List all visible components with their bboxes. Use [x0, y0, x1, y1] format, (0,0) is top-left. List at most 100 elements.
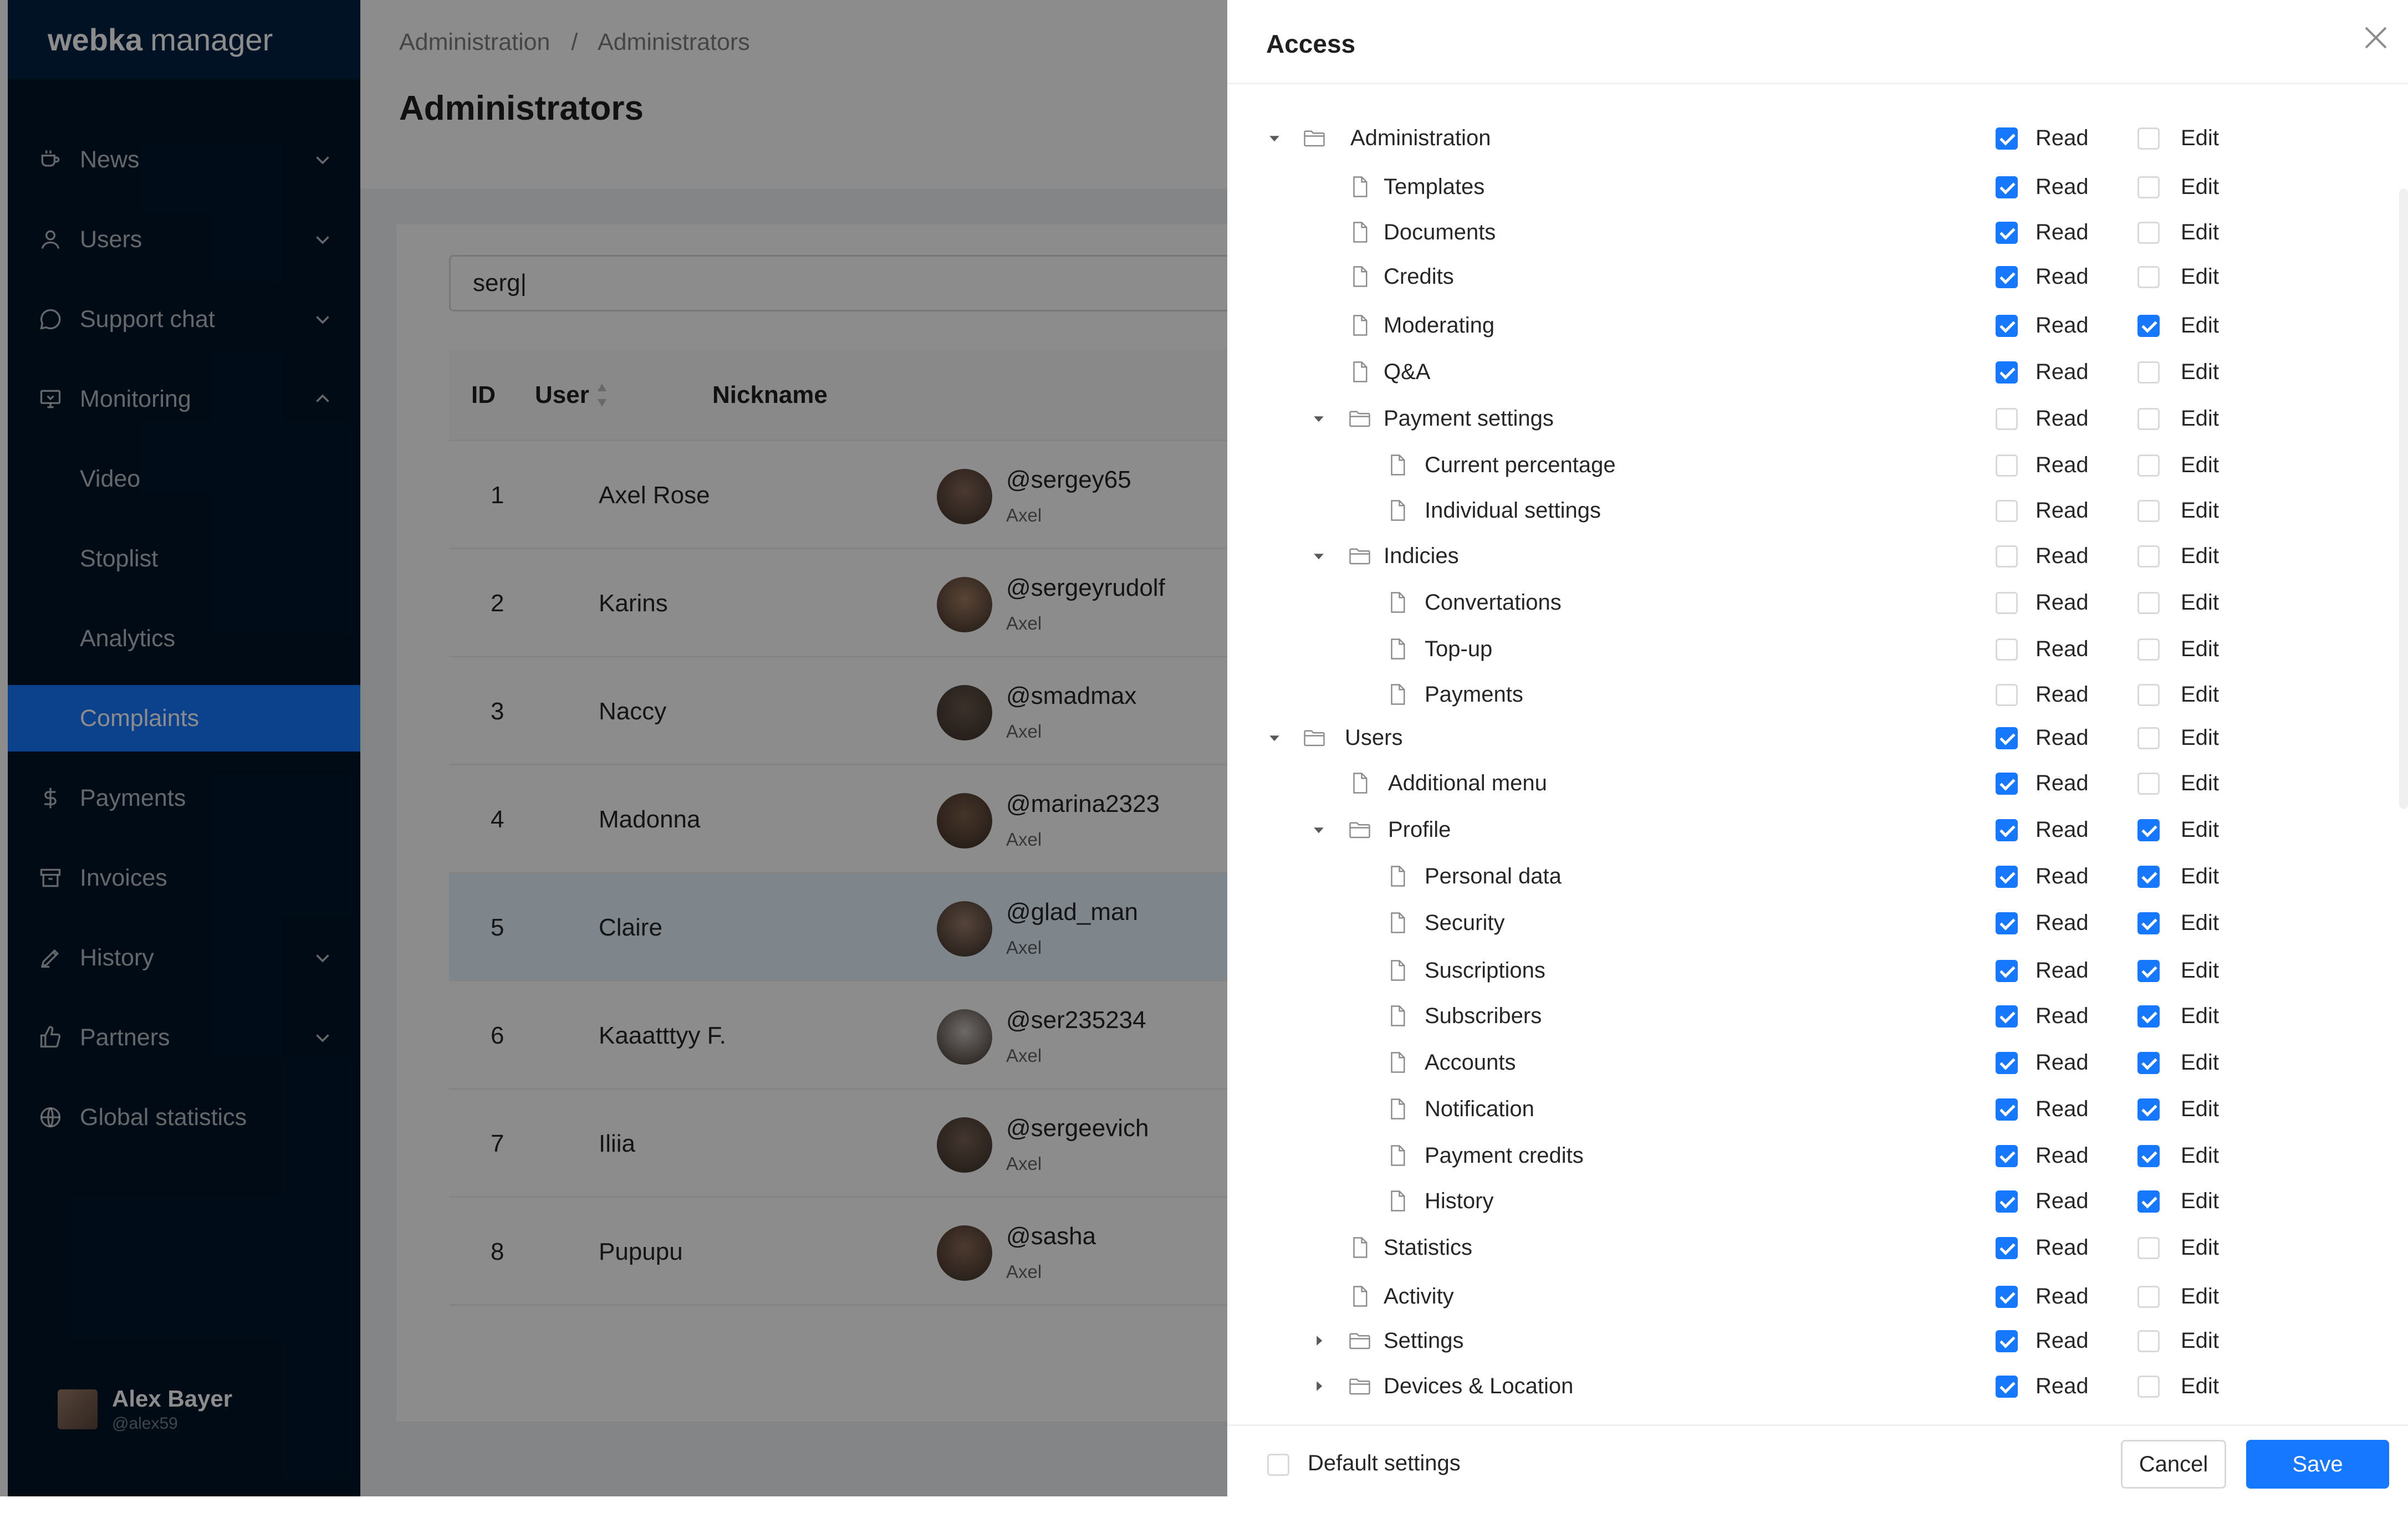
read-checkbox[interactable] — [1996, 361, 2018, 384]
read-checkbox[interactable] — [1996, 500, 2018, 522]
edit-checkbox[interactable] — [2137, 1052, 2160, 1074]
tree-node[interactable]: Accounts Read Edit — [1227, 1041, 2408, 1084]
tree-node[interactable]: Credits Read Edit — [1227, 255, 2408, 298]
default-settings-checkbox[interactable] — [1267, 1454, 1289, 1476]
edit-checkbox[interactable] — [2137, 1098, 2160, 1121]
edit-checkbox[interactable] — [2137, 500, 2160, 522]
tree-node[interactable]: History Read Edit — [1227, 1179, 2408, 1223]
caret-right-icon[interactable] — [1310, 1378, 1327, 1394]
edit-checkbox[interactable] — [2137, 727, 2160, 749]
tree-node[interactable]: Suscriptions Read Edit — [1227, 949, 2408, 992]
tree-node[interactable]: Templates Read Edit — [1227, 165, 2408, 208]
edit-checkbox[interactable] — [2137, 454, 2160, 477]
tree-node[interactable]: Administration Read Edit — [1227, 116, 2408, 160]
read-checkbox[interactable] — [1996, 1190, 2018, 1213]
read-checkbox[interactable] — [1996, 1286, 2018, 1308]
read-checkbox[interactable] — [1996, 819, 2018, 841]
read-checkbox[interactable] — [1996, 1098, 2018, 1121]
read-checkbox[interactable] — [1996, 773, 2018, 795]
caret-down-icon[interactable] — [1266, 130, 1283, 146]
read-checkbox[interactable] — [1996, 1237, 2018, 1259]
edit-checkbox[interactable] — [2137, 866, 2160, 888]
tree-node[interactable]: Activity Read Edit — [1227, 1275, 2408, 1318]
tree-node[interactable]: Top-up Read Edit — [1227, 627, 2408, 671]
read-checkbox[interactable] — [1996, 266, 2018, 288]
modal-overlay[interactable] — [0, 0, 1227, 1496]
edit-checkbox[interactable] — [2137, 773, 2160, 795]
read-checkbox[interactable] — [1996, 454, 2018, 477]
tree-node[interactable]: Security Read Edit — [1227, 901, 2408, 944]
edit-checkbox[interactable] — [2137, 127, 2160, 150]
tree-node[interactable]: Moderating Read Edit — [1227, 304, 2408, 347]
caret-down-icon[interactable] — [1310, 821, 1327, 838]
access-drawer: Access Administration Read Edit Templates Re… — [1227, 0, 2408, 1503]
read-checkbox[interactable] — [1996, 1145, 2018, 1167]
tree-node[interactable]: Devices & Location Read Edit — [1227, 1364, 2408, 1408]
read-checkbox[interactable] — [1996, 912, 2018, 934]
caret-down-icon[interactable] — [1266, 729, 1283, 746]
read-checkbox[interactable] — [1996, 960, 2018, 982]
tree-node[interactable]: Notification Read Edit — [1227, 1087, 2408, 1131]
edit-checkbox[interactable] — [2137, 545, 2160, 568]
read-checkbox[interactable] — [1996, 176, 2018, 198]
read-checkbox[interactable] — [1996, 408, 2018, 430]
tree-node[interactable]: Personal data Read Edit — [1227, 855, 2408, 898]
tree-node[interactable]: Current percentage Read Edit — [1227, 443, 2408, 487]
cancel-button[interactable]: Cancel — [2121, 1440, 2226, 1489]
edit-checkbox[interactable] — [2137, 361, 2160, 384]
edit-checkbox[interactable] — [2137, 1330, 2160, 1352]
tree-node[interactable]: Profile Read Edit — [1227, 808, 2408, 851]
read-checkbox[interactable] — [1996, 127, 2018, 150]
edit-checkbox[interactable] — [2137, 315, 2160, 337]
edit-checkbox[interactable] — [2137, 912, 2160, 934]
edit-checkbox[interactable] — [2137, 266, 2160, 288]
tree-node[interactable]: Payment credits Read Edit — [1227, 1134, 2408, 1177]
read-checkbox[interactable] — [1996, 684, 2018, 706]
edit-checkbox[interactable] — [2137, 408, 2160, 430]
tree-node[interactable]: Statistics Read Edit — [1227, 1226, 2408, 1269]
read-checkbox[interactable] — [1996, 1005, 2018, 1028]
read-checkbox[interactable] — [1996, 1330, 2018, 1352]
edit-checkbox[interactable] — [2137, 1376, 2160, 1398]
drawer-scrollbar[interactable] — [2399, 188, 2408, 809]
edit-checkbox[interactable] — [2137, 960, 2160, 982]
edit-checkbox[interactable] — [2137, 684, 2160, 706]
read-checkbox[interactable] — [1996, 1376, 2018, 1398]
edit-checkbox[interactable] — [2137, 638, 2160, 661]
tree-node[interactable]: Convertations Read Edit — [1227, 581, 2408, 624]
tree-node[interactable]: Subscribers Read Edit — [1227, 994, 2408, 1037]
read-checkbox[interactable] — [1996, 315, 2018, 337]
caret-right-icon[interactable] — [1310, 1332, 1327, 1349]
edit-checkbox[interactable] — [2137, 222, 2160, 244]
edit-checkbox[interactable] — [2137, 1190, 2160, 1213]
read-checkbox[interactable] — [1996, 866, 2018, 888]
read-checkbox[interactable] — [1996, 592, 2018, 614]
read-checkbox[interactable] — [1996, 1052, 2018, 1074]
read-checkbox[interactable] — [1996, 222, 2018, 244]
edit-checkbox[interactable] — [2137, 1286, 2160, 1308]
tree-node[interactable]: Payments Read Edit — [1227, 673, 2408, 716]
tree-node[interactable]: Payment settings Read Edit — [1227, 397, 2408, 440]
read-checkbox[interactable] — [1996, 545, 2018, 568]
edit-checkbox[interactable] — [2137, 1237, 2160, 1259]
tree-node[interactable]: Individual settings Read Edit — [1227, 489, 2408, 532]
read-label: Read — [2035, 1097, 2089, 1121]
caret-down-icon[interactable] — [1310, 410, 1327, 427]
edit-label: Edit — [2181, 590, 2219, 615]
save-button[interactable]: Save — [2246, 1440, 2389, 1489]
tree-node[interactable]: Users Read Edit — [1227, 716, 2408, 759]
close-icon[interactable] — [2361, 23, 2390, 52]
read-checkbox[interactable] — [1996, 638, 2018, 661]
edit-checkbox[interactable] — [2137, 176, 2160, 198]
tree-node[interactable]: Settings Read Edit — [1227, 1319, 2408, 1362]
read-checkbox[interactable] — [1996, 727, 2018, 749]
edit-checkbox[interactable] — [2137, 1005, 2160, 1028]
tree-node[interactable]: Additional menu Read Edit — [1227, 761, 2408, 805]
tree-node[interactable]: Documents Read Edit — [1227, 211, 2408, 254]
tree-node[interactable]: Q&A Read Edit — [1227, 350, 2408, 393]
edit-checkbox[interactable] — [2137, 819, 2160, 841]
edit-checkbox[interactable] — [2137, 1145, 2160, 1167]
tree-node[interactable]: Indicies Read Edit — [1227, 534, 2408, 577]
edit-checkbox[interactable] — [2137, 592, 2160, 614]
caret-down-icon[interactable] — [1310, 548, 1327, 564]
